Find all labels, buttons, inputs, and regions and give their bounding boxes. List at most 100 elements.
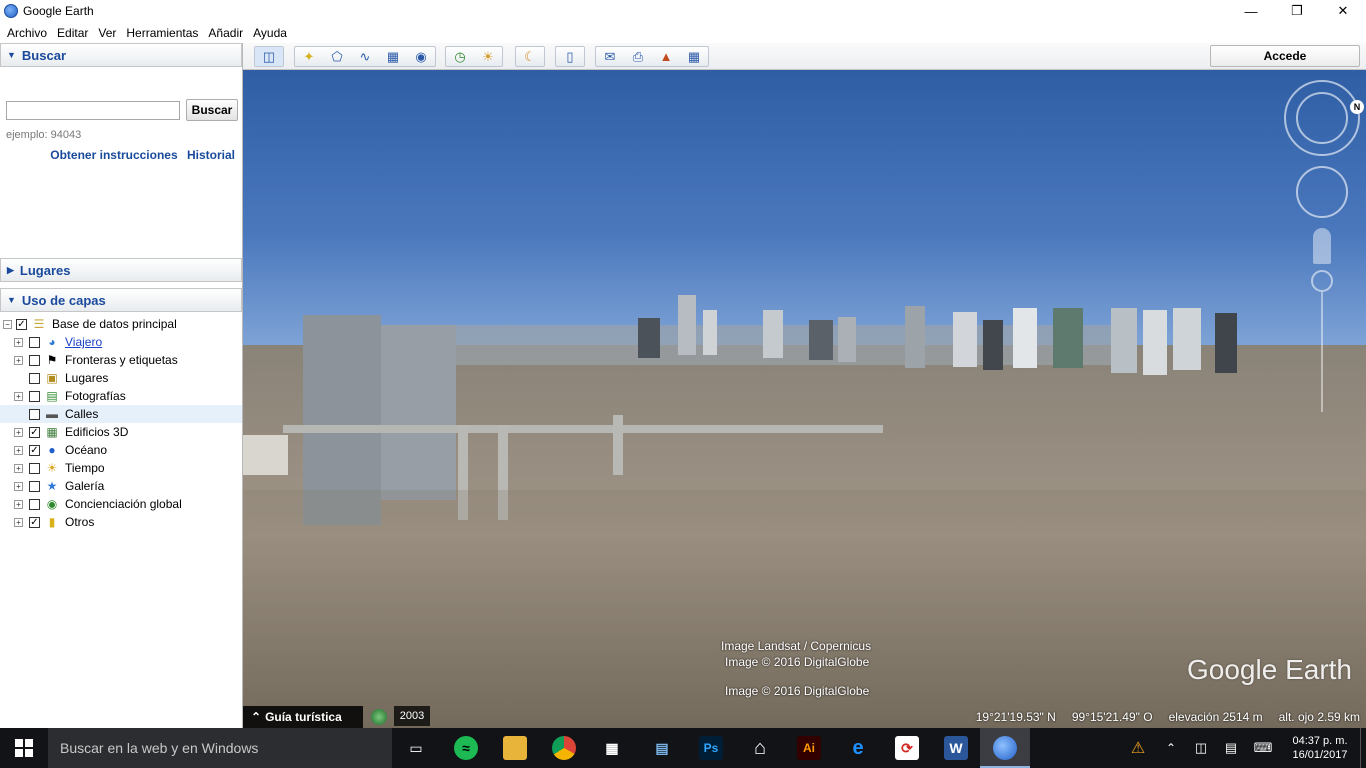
record-tour-icon[interactable]: ◉ [407, 47, 435, 66]
layers-panel-header[interactable]: ▼ Uso de capas [0, 288, 242, 312]
layer-item-galeria[interactable]: + ★ Galería [0, 477, 242, 495]
layer-item-fronteras[interactable]: + ⚑ Fronteras y etiquetas [0, 351, 242, 369]
tree-expand-icon[interactable]: + [14, 445, 23, 455]
task-view-icon[interactable]: ▭ [404, 736, 428, 760]
spotify-icon[interactable]: ≈ [454, 736, 478, 760]
store-icon[interactable]: ▦ [600, 736, 624, 760]
home-icon[interactable]: ⌂ [748, 736, 772, 760]
layer-item-edificios[interactable]: + ✓ ▦ Edificios 3D [0, 423, 242, 441]
show-desktop-button[interactable] [1360, 728, 1366, 768]
file-explorer-icon[interactable] [503, 736, 527, 760]
zoom-slider[interactable] [1321, 292, 1323, 412]
view-in-maps-icon[interactable]: ▦ [680, 47, 708, 66]
email-icon[interactable]: ✉ [596, 47, 624, 66]
directions-link[interactable]: Obtener instrucciones [50, 148, 177, 162]
search-button[interactable]: Buscar [186, 99, 238, 121]
historical-clock-icon[interactable] [371, 709, 387, 725]
building-icon: ▦ [46, 425, 58, 439]
menu-ayuda[interactable]: Ayuda [248, 26, 292, 40]
layer-item-viajero[interactable]: + ◕ Viajero [0, 333, 242, 351]
chevron-up-icon[interactable]: ⌃ [1156, 741, 1186, 755]
north-indicator-icon[interactable]: N [1350, 100, 1364, 114]
planets-icon[interactable]: ☾ [516, 47, 544, 66]
layer-checkbox[interactable] [29, 408, 40, 420]
toolbar-group-time: ◷ ☀ [445, 46, 503, 67]
notification-warning-icon[interactable]: ⚠ [1120, 738, 1156, 758]
layer-checkbox[interactable] [29, 336, 40, 348]
battery-icon[interactable]: ◫ [1186, 740, 1216, 756]
add-placemark-icon[interactable]: ✦ [295, 47, 323, 66]
signin-button[interactable]: Accede [1210, 45, 1360, 67]
layer-item-lugares[interactable]: ▣ Lugares [0, 369, 242, 387]
keyboard-icon[interactable]: ⌨ [1246, 740, 1280, 756]
tree-expand-icon[interactable]: + [14, 355, 23, 365]
menu-ver[interactable]: Ver [93, 26, 121, 40]
google-earth-taskbar-button[interactable] [980, 728, 1030, 768]
layer-checkbox[interactable]: ✓ [29, 444, 40, 456]
word-icon[interactable]: W [944, 736, 968, 760]
ruler-icon[interactable]: ▯ [556, 47, 584, 66]
photo-icon: ▤ [46, 389, 58, 403]
layer-checkbox[interactable] [29, 462, 40, 474]
layer-item-tiempo[interactable]: + ☀ Tiempo [0, 459, 242, 477]
photoshop-icon[interactable]: Ps [699, 736, 723, 760]
street-view-pegman-icon[interactable] [1313, 228, 1331, 264]
illustrator-icon[interactable]: Ai [797, 736, 821, 760]
layer-checkbox[interactable] [29, 354, 40, 366]
maximize-button[interactable]: ❐ [1274, 0, 1320, 22]
tree-expand-icon[interactable]: + [14, 463, 23, 473]
layers-tree: − ✓ ☰ Base de datos principal + ◕ Viajer… [0, 312, 242, 531]
search-input[interactable] [6, 101, 180, 120]
move-joystick[interactable] [1296, 166, 1348, 218]
menu-herramientas[interactable]: Herramientas [121, 26, 203, 40]
layer-item-fotografias[interactable]: + ▤ Fotografías [0, 387, 242, 405]
taskbar-clock[interactable]: 04:37 p. m. 16/01/2017 [1280, 734, 1360, 762]
layer-checkbox[interactable] [29, 372, 40, 384]
tree-expand-icon[interactable]: + [14, 481, 23, 491]
taskbar-search-box[interactable]: Buscar en la web y en Windows [48, 728, 392, 768]
zoom-in-icon[interactable] [1311, 270, 1333, 292]
close-button[interactable]: ✕ [1320, 0, 1366, 22]
add-path-icon[interactable]: ∿ [351, 47, 379, 66]
search-panel-header[interactable]: ▼ Buscar [0, 43, 242, 67]
layer-checkbox[interactable] [29, 498, 40, 510]
tree-expand-icon[interactable]: + [14, 499, 23, 509]
layer-checkbox[interactable] [29, 480, 40, 492]
print-icon[interactable]: ⎙ [624, 47, 652, 66]
tree-expand-icon[interactable]: + [14, 391, 23, 401]
tour-guide-button[interactable]: ⌃ Guía turística [243, 706, 363, 728]
look-joystick-inner[interactable] [1296, 92, 1348, 144]
layer-item-oceano[interactable]: + ✓ ● Océano [0, 441, 242, 459]
acrobat-icon[interactable]: ⟳ [895, 736, 919, 760]
add-polygon-icon[interactable]: ⬠ [323, 47, 351, 66]
layer-item-calles[interactable]: ▬ Calles [0, 405, 242, 423]
tree-expand-icon[interactable]: + [14, 517, 23, 527]
action-center-icon[interactable]: ▤ [1216, 740, 1246, 756]
edge-icon[interactable]: e [846, 736, 870, 760]
computer-icon[interactable]: ▤ [650, 736, 674, 760]
places-panel-header[interactable]: ▶ Lugares [0, 258, 242, 282]
sidebar-toggle-icon[interactable]: ◫ [255, 47, 283, 66]
layer-item-otros[interactable]: + ✓ ▮ Otros [0, 513, 242, 531]
layer-checkbox[interactable] [29, 390, 40, 402]
menu-anadir[interactable]: Añadir [203, 26, 248, 40]
menu-archivo[interactable]: Archivo [2, 26, 52, 40]
tree-collapse-icon[interactable]: − [3, 319, 12, 329]
minimize-button[interactable]: — [1228, 0, 1274, 22]
layer-checkbox[interactable]: ✓ [16, 318, 27, 330]
add-overlay-icon[interactable]: ▦ [379, 47, 407, 66]
chrome-icon[interactable] [552, 736, 576, 760]
earth-3d-viewport[interactable]: N Image Landsat / Copernicus Image © 201… [243, 70, 1366, 728]
layer-item-concienciacion[interactable]: + ◉ Concienciación global [0, 495, 242, 513]
tree-expand-icon[interactable]: + [14, 427, 23, 437]
start-button[interactable] [0, 728, 48, 768]
history-link[interactable]: Historial [187, 148, 235, 162]
historical-imagery-icon[interactable]: ◷ [446, 47, 474, 66]
tree-expand-icon[interactable]: + [14, 337, 23, 347]
layer-checkbox[interactable]: ✓ [29, 426, 40, 438]
sunlight-icon[interactable]: ☀ [474, 47, 502, 66]
layer-checkbox[interactable]: ✓ [29, 516, 40, 528]
menu-editar[interactable]: Editar [52, 26, 93, 40]
save-image-icon[interactable]: ▲ [652, 47, 680, 66]
layer-root[interactable]: − ✓ ☰ Base de datos principal [0, 315, 242, 333]
